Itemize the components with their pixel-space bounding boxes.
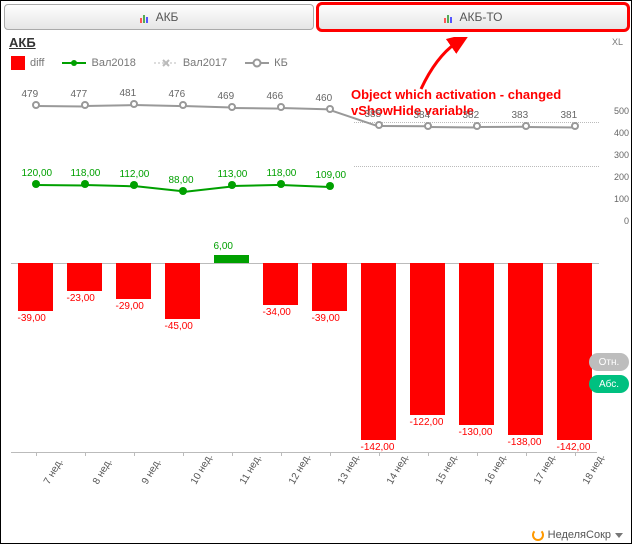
xl-badge[interactable]: XL <box>612 37 623 47</box>
cross-marker-icon <box>154 58 178 68</box>
rel-button[interactable]: Отн. <box>589 353 629 371</box>
bar <box>263 263 297 306</box>
bar <box>18 263 52 312</box>
xtick: 10 нед. <box>189 452 215 486</box>
xaxis: 7 нед. 8 нед. 9 нед. 10 нед. 11 нед. 12 нед. 1… <box>11 452 597 500</box>
tab-akb-to[interactable]: АКБ-ТО <box>318 4 628 30</box>
xtick: 9 нед. <box>140 457 163 487</box>
tab-bar: АКБ АКБ-ТО <box>1 1 631 33</box>
xtick: 14 нед. <box>385 452 411 486</box>
bar <box>214 255 248 263</box>
xtick: 13 нед. <box>336 452 362 486</box>
xtick: 12 нед. <box>287 452 313 486</box>
chevron-down-icon <box>615 533 623 538</box>
tab-akb[interactable]: АКБ <box>4 4 314 30</box>
bar <box>67 263 101 292</box>
xtick: 17 нед. <box>532 452 558 486</box>
xtick: 15 нед. <box>434 452 460 486</box>
xtick: 16 нед. <box>483 452 509 486</box>
yaxis-top: 0100200300400500 <box>599 111 629 221</box>
chart-title: АКБ <box>1 33 631 52</box>
bars-icon <box>444 12 454 22</box>
legend: diff Вал2018 Вал2017 КБ <box>1 52 631 72</box>
abs-button[interactable]: Абс. <box>589 375 629 393</box>
legend-val2017: Вал2017 <box>154 57 227 69</box>
bar <box>410 263 444 416</box>
legend-val2018: Вал2018 <box>62 57 135 69</box>
bar <box>508 263 542 436</box>
bar <box>361 263 395 441</box>
chart-top: 479477481476469466460385384382383381120,… <box>11 100 597 210</box>
bar <box>312 263 346 312</box>
bar <box>459 263 493 426</box>
refresh-icon <box>532 529 544 541</box>
square-icon <box>11 56 25 70</box>
xtick: 18 нед. <box>581 452 607 486</box>
tab-label: АКБ <box>156 10 179 24</box>
chart-bottom: -39,00-23,00-29,00-45,006,00-34,00-39,00… <box>11 250 597 450</box>
bars-icon <box>140 12 150 22</box>
bar <box>557 263 591 441</box>
ring-marker-icon <box>245 58 269 68</box>
legend-diff: diff <box>11 56 44 70</box>
xtick: 11 нед. <box>238 453 264 487</box>
bar <box>165 263 199 319</box>
xtick: 7 нед. <box>42 457 65 487</box>
legend-kb: КБ <box>245 57 288 69</box>
line-marker-icon <box>62 58 86 68</box>
tab-label: АКБ-ТО <box>460 10 503 24</box>
xtick: 8 нед. <box>91 457 114 487</box>
bar <box>116 263 150 299</box>
footer-cycle[interactable]: НеделяСокр <box>532 529 623 541</box>
